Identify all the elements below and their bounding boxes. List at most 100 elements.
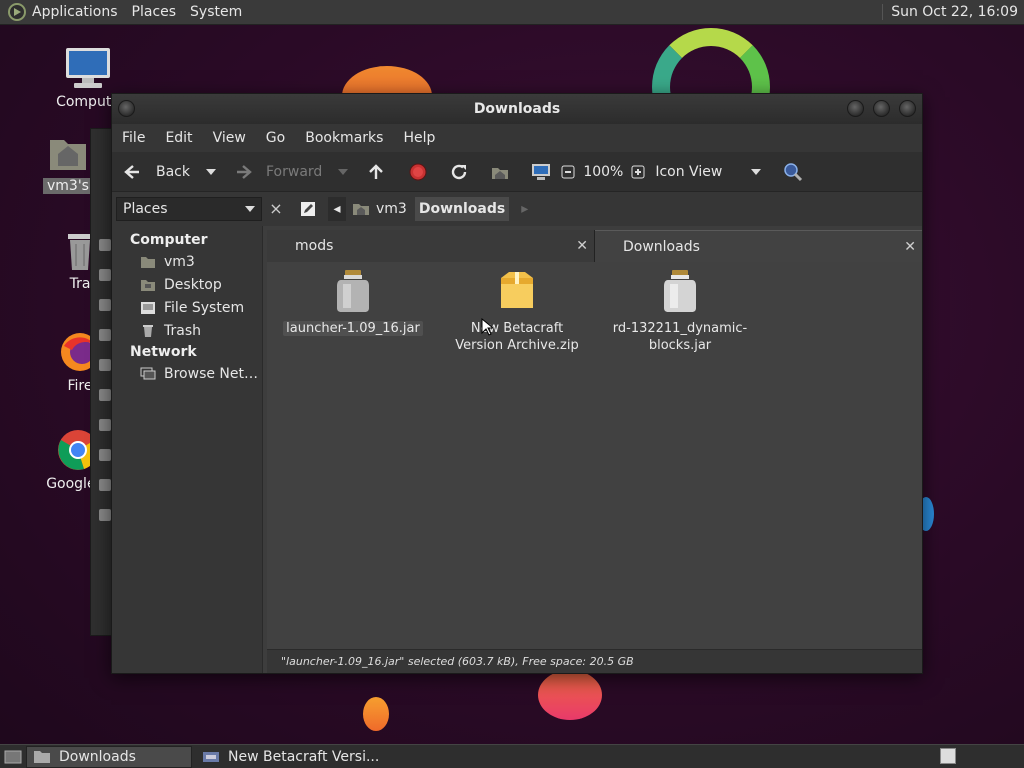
sidebar-item-desktop[interactable]: Desktop bbox=[112, 273, 262, 296]
menubar: File Edit View Go Bookmarks Help bbox=[112, 124, 922, 152]
folder-icon bbox=[33, 750, 51, 764]
file-name: New Betacraft Version Archive.zip bbox=[455, 321, 579, 353]
computer-icon[interactable] bbox=[531, 162, 551, 182]
sidebar-item-vm3[interactable]: vm3 bbox=[112, 250, 262, 273]
tab-mods[interactable]: mods ✕ bbox=[267, 230, 595, 262]
workspace-switcher[interactable] bbox=[940, 748, 956, 764]
menu-help[interactable]: Help bbox=[403, 130, 435, 146]
menu-bookmarks[interactable]: Bookmarks bbox=[305, 130, 383, 146]
sidebar-pane-select[interactable]: Places bbox=[116, 197, 262, 221]
breadcrumb-downloads[interactable]: Downloads bbox=[414, 197, 510, 221]
location-bar: Places × ◂ vm3 Downloads ▸ bbox=[112, 192, 922, 226]
window-titlebar[interactable]: Downloads bbox=[112, 94, 922, 124]
file-icon bbox=[99, 419, 111, 431]
mouse-pointer-icon bbox=[481, 318, 493, 336]
breadcrumb-label: vm3 bbox=[376, 201, 407, 217]
file-icon bbox=[99, 389, 111, 401]
show-desktop-icon[interactable] bbox=[4, 749, 22, 765]
sidebar-item-label: Trash bbox=[164, 322, 201, 339]
zoom-level: 100% bbox=[583, 163, 624, 180]
breadcrumb-vm3[interactable]: vm3 bbox=[348, 197, 411, 221]
maximize-button[interactable] bbox=[873, 100, 890, 117]
window-menu-button[interactable] bbox=[118, 100, 135, 117]
tab-label: Downloads bbox=[623, 239, 700, 255]
back-button[interactable]: Back bbox=[122, 162, 190, 182]
task-label: Downloads bbox=[59, 748, 136, 765]
drive-icon bbox=[140, 301, 156, 315]
computer-icon bbox=[64, 46, 112, 90]
zoom-out-icon[interactable] bbox=[561, 162, 575, 182]
forward-label: Forward bbox=[266, 163, 323, 180]
back-history-dropdown[interactable] bbox=[206, 168, 216, 175]
back-label: Back bbox=[156, 163, 190, 180]
status-bar: "launcher-1.09_16.jar" selected (603.7 k… bbox=[267, 649, 922, 673]
tab-downloads[interactable]: Downloads ✕ bbox=[595, 230, 922, 262]
toolbar: Back Forward 100% Icon View bbox=[112, 152, 922, 192]
archive-manager-icon bbox=[202, 750, 220, 764]
panel-menu-applications[interactable]: Applications bbox=[32, 4, 118, 20]
search-icon[interactable] bbox=[783, 162, 803, 182]
home-icon[interactable] bbox=[490, 162, 510, 182]
close-button[interactable] bbox=[899, 100, 916, 117]
sidebar-header-network: Network bbox=[130, 344, 197, 360]
sidebar-item-filesystem[interactable]: File System bbox=[112, 296, 262, 319]
file-icon bbox=[99, 449, 111, 461]
tab-label: mods bbox=[295, 238, 334, 254]
file-icon bbox=[99, 239, 111, 251]
taskbar-item-downloads[interactable]: Downloads bbox=[26, 745, 192, 768]
menu-view[interactable]: View bbox=[213, 130, 246, 146]
menu-logo-icon[interactable] bbox=[8, 3, 26, 21]
panel-menu-system[interactable]: System bbox=[190, 4, 242, 20]
panel-clock[interactable]: Sun Oct 22, 16:09 bbox=[882, 4, 1018, 20]
reload-icon[interactable] bbox=[449, 162, 469, 182]
close-tab-icon[interactable]: ✕ bbox=[904, 231, 916, 263]
back-arrow-icon bbox=[122, 162, 142, 182]
menu-edit[interactable]: Edit bbox=[165, 130, 192, 146]
file-icon bbox=[99, 299, 111, 311]
forward-button[interactable]: Forward bbox=[234, 162, 322, 182]
view-mode-label: Icon View bbox=[655, 163, 723, 180]
file-icon bbox=[99, 359, 111, 371]
sidebar-item-trash[interactable]: Trash bbox=[112, 319, 262, 342]
sidebar-item-browse-network[interactable]: Browse Net… bbox=[112, 362, 262, 385]
home-folder-icon bbox=[44, 130, 92, 174]
edit-location-icon[interactable] bbox=[300, 201, 316, 217]
jar-file-icon bbox=[660, 268, 700, 314]
trash-icon bbox=[140, 324, 156, 338]
sidebar-close-icon[interactable]: × bbox=[266, 199, 286, 219]
stop-icon[interactable] bbox=[408, 162, 428, 182]
places-sidebar: Computer vm3 Desktop File System Trash N… bbox=[112, 226, 263, 673]
file-item[interactable]: rd-132211_dynamic-blocks.jar bbox=[610, 268, 750, 354]
chevron-down-icon bbox=[245, 206, 255, 212]
forward-history-dropdown[interactable] bbox=[338, 168, 349, 175]
decor-small-orange-blob bbox=[363, 697, 389, 731]
view-mode-select[interactable]: Icon View bbox=[655, 163, 762, 180]
file-icon bbox=[99, 509, 111, 521]
taskbar-item-betacraft[interactable]: New Betacraft Versi... bbox=[196, 746, 396, 768]
top-panel: Applications Places System Sun Oct 22, 1… bbox=[0, 0, 1024, 25]
up-icon[interactable] bbox=[366, 162, 386, 182]
breadcrumb-left-arrow[interactable]: ◂ bbox=[328, 197, 346, 221]
bottom-taskbar: Downloads New Betacraft Versi... bbox=[0, 744, 1024, 768]
file-item[interactable]: launcher-1.09_16.jar bbox=[283, 268, 423, 337]
desktop-folder-icon bbox=[140, 278, 156, 292]
file-item[interactable]: New Betacraft Version Archive.zip bbox=[447, 268, 587, 354]
breadcrumb-right-arrow[interactable]: ▸ bbox=[517, 197, 532, 221]
home-folder-icon bbox=[352, 202, 370, 216]
sidebar-item-label: vm3 bbox=[164, 253, 195, 270]
close-tab-icon[interactable]: ✕ bbox=[576, 230, 588, 262]
zoom-in-icon[interactable] bbox=[631, 162, 645, 182]
minimize-button[interactable] bbox=[847, 100, 864, 117]
file-view[interactable]: mods ✕ Downloads ✕ launcher-1.09_16.jar … bbox=[267, 230, 922, 649]
file-icon bbox=[99, 479, 111, 491]
menu-go[interactable]: Go bbox=[266, 130, 285, 146]
decor-pink-blob bbox=[538, 670, 602, 720]
network-icon bbox=[140, 367, 156, 381]
window-title: Downloads bbox=[473, 101, 561, 117]
sidebar-item-label: File System bbox=[164, 299, 245, 316]
menu-file[interactable]: File bbox=[122, 130, 145, 146]
panel-menu-places[interactable]: Places bbox=[132, 4, 177, 20]
forward-arrow-icon bbox=[234, 162, 254, 182]
sidebar-pane-label: Places bbox=[123, 201, 168, 217]
task-label: New Betacraft Versi... bbox=[228, 748, 380, 765]
